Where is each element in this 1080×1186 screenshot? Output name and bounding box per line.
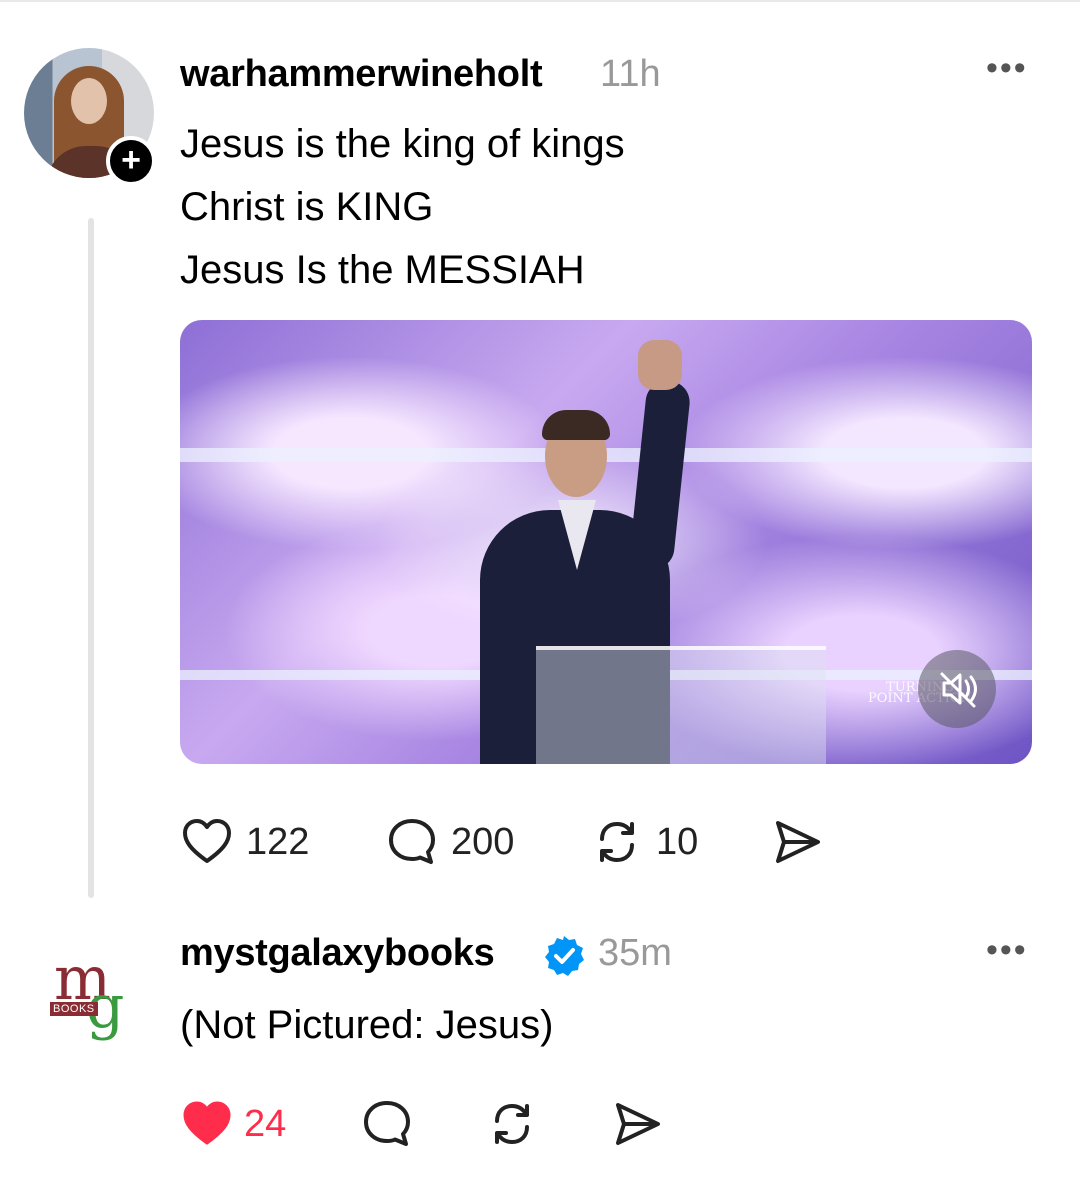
logo-books: BOOKS [50,1002,98,1016]
like-count: 24 [244,1102,287,1145]
comment-icon [364,1101,410,1146]
verified-icon [545,936,584,976]
post-text-line: Christ is KING [180,185,434,229]
comment-icon [389,819,435,864]
like-count: 122 [246,820,310,863]
repost-icon [600,821,634,863]
share-icon [776,821,820,863]
post-actions: 122 200 10 [180,812,824,872]
top-divider [0,0,1080,2]
avatar-mystgalaxybooks[interactable]: m g BOOKS [48,944,134,1050]
thread-line [88,218,94,898]
post-time: 35m [598,932,672,974]
post-text-line: Jesus is the king of kings [180,122,625,166]
heart-icon [183,1101,231,1145]
post-video[interactable]: TURNING POINT ACTION [180,320,1032,764]
like-button[interactable]: 24 [180,1097,360,1151]
post-text-line: Jesus Is the MESSIAH [180,248,585,292]
reply-button[interactable]: 200 [385,815,590,869]
repost-icon [495,1103,529,1145]
heart-icon [183,819,231,863]
share-button[interactable] [610,1097,664,1151]
repost-button[interactable]: 10 [590,815,770,869]
mute-icon [940,672,977,708]
share-icon [616,1103,660,1145]
repost-count: 10 [656,820,699,863]
post-text: (Not Pictured: Jesus) [180,1003,554,1047]
mute-toggle-button[interactable] [918,650,996,728]
post-actions: 24 [180,1094,664,1154]
follow-button[interactable]: + [106,136,156,186]
repost-button[interactable] [485,1097,610,1151]
post-username[interactable]: warhammerwineholt [180,53,543,96]
reply-count: 200 [451,820,515,863]
like-button[interactable]: 122 [180,815,385,869]
reply-button[interactable] [360,1097,485,1151]
more-options-icon[interactable]: ••• [986,51,1028,85]
post-time: 11h [600,53,661,95]
share-button[interactable] [770,815,824,869]
post-username[interactable]: mystgalaxybooks [180,932,495,975]
more-options-icon[interactable]: ••• [986,933,1028,967]
